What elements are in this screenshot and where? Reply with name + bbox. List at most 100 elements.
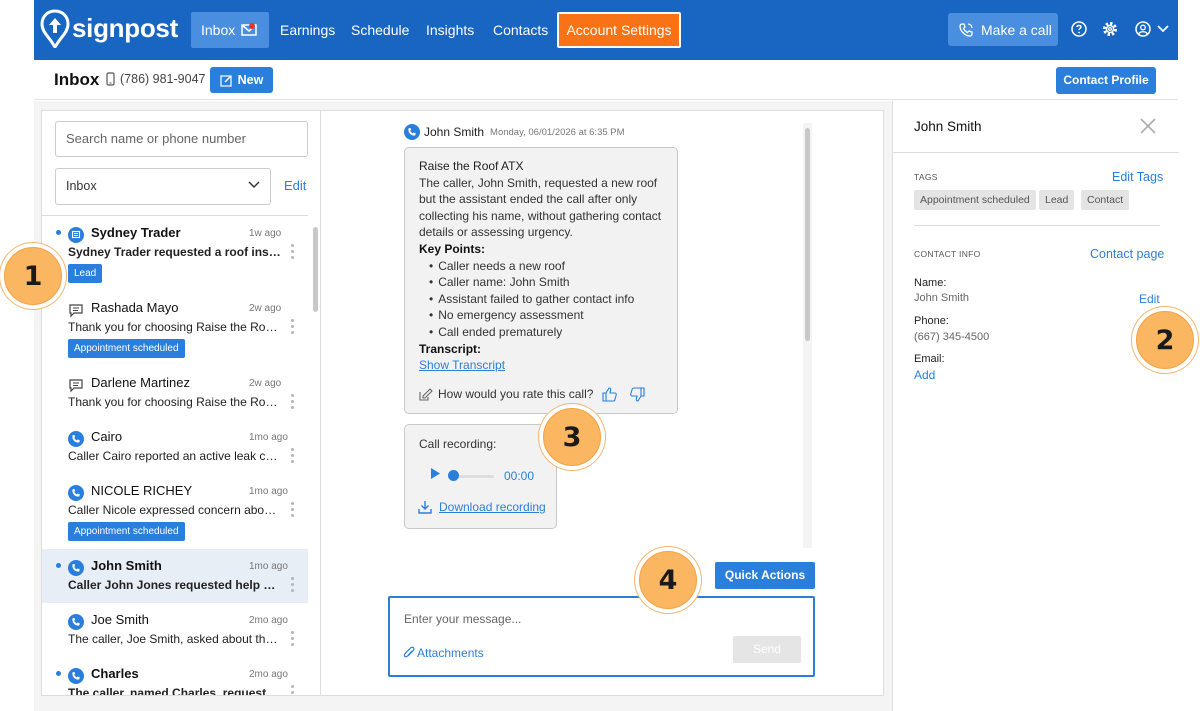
more-options-icon[interactable] [291, 394, 294, 412]
thumbs-down-icon[interactable] [629, 387, 645, 402]
message-composer: Enter your message... Attachments Send [388, 596, 815, 677]
more-options-icon[interactable] [291, 685, 294, 695]
more-options-icon[interactable] [291, 577, 294, 595]
conversation-list-item[interactable]: Sydney Trader 1w ago Sydney Trader request… [42, 216, 308, 291]
edit-tags-link[interactable]: Edit Tags [1112, 170, 1163, 184]
conversation-tag-badge: Appointment scheduled [68, 339, 185, 358]
top-navigation-bar: signpost Inbox Earnings Schedule Insight… [34, 0, 1178, 60]
conversation-list-scrollbar[interactable] [313, 227, 318, 312]
contact-profile-button[interactable]: Contact Profile [1056, 67, 1156, 94]
conversation-time: 2mo ago [249, 615, 288, 626]
conversation-name: Sydney Trader [91, 225, 181, 240]
conversation-tag-badge: Lead [68, 264, 103, 283]
call-recording-card: Call recording: 00:00 Download recording [404, 424, 557, 529]
nav-schedule[interactable]: Schedule [341, 12, 419, 48]
inbox-filter-select[interactable]: Inbox [55, 168, 271, 205]
add-email-link[interactable]: Add [914, 368, 935, 382]
contact-name-label: Name: [914, 277, 947, 289]
conversation-list-item[interactable]: NICOLE RICHEY 1mo ago Caller Nicole expres… [42, 474, 308, 549]
conversation-list-item[interactable]: Rashada Mayo 2w ago Thank you for choosing… [42, 291, 308, 366]
summary-text: The caller, John Smith, requested a new … [419, 175, 662, 240]
download-recording-label: Download recording [439, 500, 546, 514]
phone-icon [68, 668, 84, 684]
nav-contacts[interactable]: Contacts [483, 12, 558, 48]
callout-4-badge: 4 [639, 551, 697, 609]
conversation-list-item[interactable]: Charles 2mo ago The caller, named Charles,… [42, 657, 308, 696]
mobile-phone-icon [106, 72, 115, 86]
signpost-logo-icon [40, 9, 70, 48]
download-icon [418, 501, 432, 514]
more-options-icon[interactable] [291, 502, 294, 520]
conversation-preview: Caller Cairo reported an active leak cau… [68, 449, 282, 463]
play-icon[interactable] [430, 468, 441, 479]
search-input[interactable]: Search name or phone number [55, 121, 308, 157]
make-call-button[interactable]: Make a call [948, 13, 1058, 46]
message-timestamp: Monday, 06/01/2026 at 6:35 PM [490, 126, 625, 138]
rate-call-row: How would you rate this call? [419, 386, 645, 403]
business-phone-number: (786) 981-9047 [120, 72, 206, 86]
more-options-icon[interactable] [291, 631, 294, 649]
message-input[interactable]: Enter your message... [404, 612, 521, 626]
unread-dot-icon [56, 671, 61, 676]
conversation-preview: Thank you for choosing Raise the Roof AT… [68, 395, 282, 409]
conversation-name: Joe Smith [91, 612, 149, 627]
key-points-list: Caller needs a new roofCaller name: John… [429, 258, 665, 341]
phone-call-icon [404, 124, 420, 140]
conversation-list-item[interactable]: Cairo 1mo ago Caller Cairo reported an act… [42, 420, 308, 474]
edit-filters-link[interactable]: Edit [284, 178, 306, 193]
conversation-list-panel: Search name or phone number Inbox Edit S… [41, 110, 321, 696]
conversation-name: NICOLE RICHEY [91, 483, 193, 498]
conversation-list-item[interactable]: Joe Smith 2mo ago The caller, Joe Smith, a… [42, 603, 308, 657]
contact-name-heading: John Smith [914, 119, 982, 134]
phone-icon [68, 614, 84, 630]
phone-icon [68, 431, 84, 447]
show-transcript-link[interactable]: Show Transcript [419, 358, 505, 372]
send-button[interactable]: Send [733, 636, 801, 663]
user-menu[interactable] [1134, 20, 1170, 38]
more-options-icon[interactable] [291, 244, 294, 262]
contact-page-link[interactable]: Contact page [1090, 247, 1164, 261]
nav-inbox[interactable]: Inbox [191, 12, 269, 48]
callout-3-badge: 3 [543, 408, 601, 466]
callout-2-badge: 2 [1136, 311, 1194, 369]
conversation-name: John Smith [91, 558, 162, 573]
conversation-preview: Sydney Trader requested a roof inspectio… [68, 245, 282, 259]
more-options-icon[interactable] [291, 448, 294, 466]
close-icon[interactable] [1139, 117, 1157, 135]
help-icon[interactable] [1070, 20, 1088, 38]
edit-contact-link[interactable]: Edit [1139, 292, 1160, 306]
brand-name: signpost [72, 12, 178, 43]
nav-insights[interactable]: Insights [416, 12, 484, 48]
make-call-label: Make a call [981, 21, 1052, 38]
inbox-body: Search name or phone number Inbox Edit S… [34, 101, 1179, 711]
nav-earnings[interactable]: Earnings [270, 12, 345, 48]
conversation-list-item[interactable]: John Smith 1mo ago Caller John Jones reque… [42, 549, 308, 603]
chat-icon [68, 377, 84, 393]
conversation-preview: The caller, named Charles, requested the [68, 686, 282, 696]
recording-time: 00:00 [504, 469, 535, 483]
panel-divider [893, 152, 1179, 153]
thread-scrollbar[interactable] [805, 128, 810, 341]
recording-progress-handle[interactable] [448, 470, 459, 481]
contact-details-panel: John Smith TAGS Edit Tags Appointment sc… [892, 101, 1179, 711]
call-summary-card: Raise the Roof ATX The caller, John Smit… [404, 147, 678, 414]
contact-email-label: Email: [914, 353, 945, 365]
conversation-preview: Caller John Jones requested help with a … [68, 578, 282, 592]
conversation-thread: John Smith Monday, 06/01/2026 at 6:35 PM… [321, 110, 884, 696]
conversation-list-item[interactable]: Darlene Martinez 2w ago Thank you for choo… [42, 366, 308, 420]
thumbs-up-icon[interactable] [602, 387, 618, 402]
quick-actions-button[interactable]: Quick Actions [715, 562, 815, 589]
gear-icon[interactable] [1101, 20, 1119, 38]
download-recording-link[interactable]: Download recording [418, 500, 546, 514]
more-options-icon[interactable] [291, 319, 294, 337]
unread-dot-icon [56, 563, 61, 568]
summary-title: Raise the Roof ATX [419, 159, 524, 173]
phone-icon [68, 485, 84, 501]
user-avatar-icon [1135, 21, 1151, 37]
new-message-button[interactable]: New [210, 67, 273, 93]
attachments-button[interactable]: Attachments [403, 646, 484, 660]
nav-account-settings[interactable]: Account Settings [557, 12, 681, 48]
key-point-item: Call ended prematurely [429, 324, 665, 341]
conversation-preview: Caller Nicole expressed concern about he… [68, 503, 282, 517]
signpost-logo[interactable]: signpost [40, 8, 178, 48]
